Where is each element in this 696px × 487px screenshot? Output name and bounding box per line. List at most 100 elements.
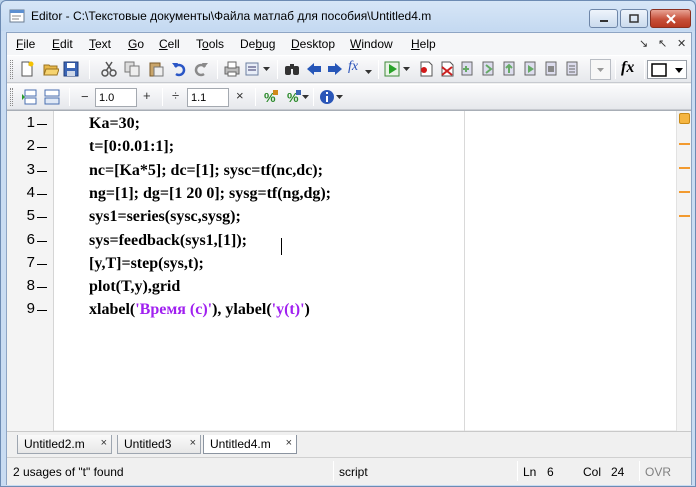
tab-close-button[interactable]: ×	[190, 437, 196, 449]
menu-tools[interactable]: Tools	[196, 37, 224, 51]
uncomment-percent-icon[interactable]: %	[286, 89, 302, 105]
code-line[interactable]: sys1=series(sysc,sysg);	[89, 208, 241, 226]
toolbar-grip[interactable]	[10, 88, 13, 106]
cell-increment-input[interactable]	[95, 88, 137, 107]
new-file-icon[interactable]	[19, 61, 35, 77]
code-line[interactable]: xlabel('Время (с)'), ylabel('y(t)')	[89, 301, 310, 319]
cell-factor-input[interactable]	[187, 88, 229, 107]
menu-debug[interactable]: Debug	[240, 37, 275, 51]
menu-text[interactable]: Text	[89, 37, 111, 51]
warning-mark[interactable]	[679, 143, 690, 145]
tab-label: Untitled3	[124, 437, 172, 451]
info-icon[interactable]	[319, 89, 335, 105]
multiply-button[interactable]: ×	[236, 88, 244, 103]
comment-percent-icon[interactable]: %	[263, 89, 279, 105]
code-line[interactable]: t=[0:0.01:1];	[89, 138, 174, 156]
back-arrow-icon[interactable]	[306, 61, 322, 77]
status-col-label: Col	[583, 465, 602, 479]
code-line[interactable]: ng=[1]; dg=[1 20 0]; sysg=tf(ng,dg);	[89, 185, 331, 203]
breakpoint-dash[interactable]	[37, 310, 47, 312]
tab-close-button[interactable]: ×	[101, 437, 107, 449]
status-bar: 2 usages of "t" found script Ln 6 Col 24…	[7, 457, 691, 485]
copy-icon[interactable]	[124, 61, 140, 77]
chevron-down-icon[interactable]	[336, 95, 343, 100]
menu-edit[interactable]: Edit	[52, 37, 73, 51]
cut-icon[interactable]	[101, 61, 117, 77]
maximize-icon	[629, 14, 639, 23]
save-icon[interactable]	[63, 61, 79, 77]
exit-debug-icon[interactable]	[544, 61, 560, 77]
toolbar-grip[interactable]	[10, 60, 13, 79]
step-out-icon[interactable]	[502, 61, 518, 77]
layout-dropdown[interactable]	[647, 60, 687, 79]
print-icon[interactable]	[224, 61, 240, 77]
open-folder-icon[interactable]	[43, 61, 59, 77]
code-line[interactable]: nc=[Ka*5]; dc=[1]; sysc=tf(nc,dc);	[89, 162, 323, 180]
editor-tab[interactable]: Untitled4.m ×	[203, 435, 297, 454]
title-bar[interactable]: Editor - C:\Текстовые документы\Файла ма…	[1, 1, 695, 31]
maximize-button[interactable]	[620, 9, 648, 28]
chevron-down-icon[interactable]	[263, 67, 270, 72]
breakpoint-dash[interactable]	[37, 124, 47, 125]
undo-icon[interactable]	[171, 61, 187, 77]
close-window-button[interactable]	[650, 9, 691, 28]
menu-help[interactable]: Help	[411, 37, 436, 51]
step-in-icon[interactable]	[481, 61, 497, 77]
menu-desktop[interactable]: Desktop	[291, 37, 335, 51]
run-icon[interactable]	[384, 61, 400, 77]
minimize-button[interactable]	[589, 9, 618, 28]
find-binoculars-icon[interactable]	[284, 61, 300, 77]
editor-tab[interactable]: Untitled3 ×	[117, 435, 201, 454]
menu-undock-button[interactable]: ↖	[658, 37, 667, 50]
code-line[interactable]: plot(T,y),grid	[89, 278, 180, 296]
toolbar-separator	[217, 60, 218, 79]
breakpoint-dash[interactable]	[37, 193, 47, 195]
clear-breakpoints-icon[interactable]	[439, 61, 455, 77]
increment-button[interactable]: +	[143, 88, 151, 103]
paste-icon[interactable]	[148, 61, 164, 77]
code-line[interactable]: [y,T]=step(sys,t);	[89, 255, 204, 273]
menu-go[interactable]: Go	[128, 37, 144, 51]
breakpoint-dash[interactable]	[37, 217, 47, 219]
menu-close-button[interactable]: ✕	[677, 37, 686, 50]
menu-cell[interactable]: Cell	[159, 37, 180, 51]
set-breakpoint-icon[interactable]	[418, 61, 434, 77]
breakpoint-dash[interactable]	[37, 263, 47, 265]
breakpoint-dash[interactable]	[37, 147, 47, 149]
decrement-button[interactable]: −	[81, 89, 89, 104]
forward-arrow-icon[interactable]	[327, 61, 343, 77]
line-number-gutter[interactable]: 1 2 3 4 5 6 7 8 9	[7, 111, 54, 431]
code-line[interactable]: Ka=30;	[89, 115, 140, 133]
message-bar[interactable]	[676, 111, 691, 431]
code-editor[interactable]: 1 2 3 4 5 6 7 8 9 Ka=30; t=[0:0.01:1]; nc=[Ka*5]; …	[7, 110, 691, 431]
menu-window[interactable]: Window	[350, 37, 393, 51]
cell-mode-icon[interactable]	[44, 89, 60, 105]
breakpoint-dash[interactable]	[37, 240, 47, 242]
menu-dock-button[interactable]: ↘	[639, 37, 648, 50]
step-icon[interactable]	[460, 61, 476, 77]
stack-icon[interactable]	[565, 61, 581, 77]
function-browser-button[interactable]: fx	[348, 59, 374, 79]
warning-mark[interactable]	[679, 191, 690, 193]
insert-cell-icon[interactable]	[21, 89, 37, 105]
chevron-down-icon[interactable]	[403, 67, 410, 72]
toolbar-separator	[255, 88, 256, 106]
warning-mark[interactable]	[679, 215, 690, 217]
menu-file[interactable]: File	[16, 37, 35, 51]
continue-icon[interactable]	[523, 61, 539, 77]
status-ln-label: Ln	[523, 465, 537, 479]
warning-mark[interactable]	[679, 167, 690, 169]
warning-indicator-icon[interactable]	[679, 113, 690, 124]
tab-close-button[interactable]: ×	[286, 437, 292, 449]
stack-dropdown[interactable]	[590, 59, 611, 80]
editor-tab[interactable]: Untitled2.m ×	[17, 435, 112, 454]
format-icon[interactable]	[245, 61, 261, 77]
minimize-icon	[599, 19, 608, 22]
breakpoint-dash[interactable]	[37, 287, 47, 289]
chevron-down-icon[interactable]	[302, 95, 309, 100]
code-line[interactable]: sys=feedback(sys1,[1]);	[89, 232, 247, 250]
function-button[interactable]: fx	[621, 59, 641, 79]
redo-icon[interactable]	[193, 61, 209, 77]
breakpoint-dash[interactable]	[37, 170, 47, 172]
divide-button[interactable]: ÷	[172, 88, 179, 103]
